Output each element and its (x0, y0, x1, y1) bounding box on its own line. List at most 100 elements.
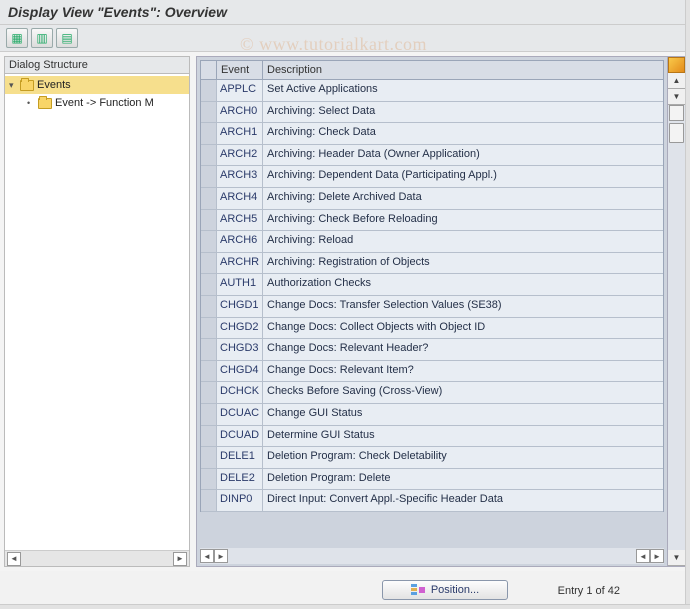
cell-description: Set Active Applications (263, 80, 663, 101)
cell-description: Change Docs: Relevant Item? (263, 361, 663, 382)
row-selector[interactable] (201, 296, 217, 317)
row-selector[interactable] (201, 166, 217, 187)
row-selector[interactable] (201, 361, 217, 382)
row-selector[interactable] (201, 339, 217, 360)
cell-description: Change GUI Status (263, 404, 663, 425)
row-selector[interactable] (201, 188, 217, 209)
table-row[interactable]: ARCHRArchiving: Registration of Objects (201, 253, 663, 275)
frame-edge (685, 0, 690, 609)
table-row[interactable]: ARCH5Archiving: Check Before Reloading (201, 210, 663, 232)
tree-item-label: Events (37, 79, 71, 91)
row-selector[interactable] (201, 426, 217, 447)
cell-description: Archiving: Reload (263, 231, 663, 252)
table-row[interactable]: CHGD4Change Docs: Relevant Item? (201, 361, 663, 383)
page-title: Display View "Events": Overview (0, 0, 690, 25)
table-row[interactable]: ARCH6Archiving: Reload (201, 231, 663, 253)
cell-event: APPLC (217, 80, 263, 101)
table-row[interactable]: DELE1Deletion Program: Check Deletabilit… (201, 447, 663, 469)
tree-item-event-function-m[interactable]: • Event -> Function M (5, 94, 189, 112)
table-row[interactable]: CHGD3Change Docs: Relevant Header? (201, 339, 663, 361)
cell-event: ARCH0 (217, 102, 263, 123)
cell-description: Deletion Program: Delete (263, 469, 663, 490)
row-selector[interactable] (201, 102, 217, 123)
column-header-selector[interactable] (200, 60, 216, 80)
cell-event: ARCH6 (217, 231, 263, 252)
row-selector[interactable] (201, 123, 217, 144)
scroll-left-icon[interactable]: ◄ (200, 549, 214, 563)
table-row[interactable]: DELE2Deletion Program: Delete (201, 469, 663, 491)
table-row[interactable]: CHGD2Change Docs: Collect Objects with O… (201, 318, 663, 340)
position-button[interactable]: Position... (382, 580, 508, 600)
tree-h-scrollbar[interactable]: ◄ ► (5, 550, 189, 566)
cell-event: CHGD3 (217, 339, 263, 360)
cell-description: Archiving: Check Data (263, 123, 663, 144)
folder-icon (38, 98, 52, 109)
row-selector[interactable] (201, 145, 217, 166)
cell-event: ARCH1 (217, 123, 263, 144)
toolbar-btn-3[interactable]: ▤ (56, 28, 78, 48)
position-label: Position... (431, 584, 479, 596)
scroll-down-icon[interactable]: ▼ (668, 89, 685, 105)
row-selector[interactable] (201, 490, 217, 511)
scroll-thumb[interactable] (669, 123, 684, 143)
table-row[interactable]: DCUACChange GUI Status (201, 404, 663, 426)
cell-description: Authorization Checks (263, 274, 663, 295)
events-table: Event Description APPLCSet Active Applic… (196, 56, 668, 567)
table-row[interactable]: ARCH2Archiving: Header Data (Owner Appli… (201, 145, 663, 167)
folder-icon (20, 80, 34, 91)
cell-description: Deletion Program: Check Deletability (263, 447, 663, 468)
cell-description: Archiving: Delete Archived Data (263, 188, 663, 209)
row-selector[interactable] (201, 447, 217, 468)
row-selector[interactable] (201, 80, 217, 101)
table-row[interactable]: DINP0Direct Input: Convert Appl.-Specifi… (201, 490, 663, 512)
position-icon (411, 584, 425, 596)
table-v-scrollbar[interactable]: ▲ ▼ ▼ (668, 56, 686, 567)
cell-event: DELE1 (217, 447, 263, 468)
scroll-down-end-icon[interactable]: ▼ (668, 550, 685, 566)
row-selector[interactable] (201, 210, 217, 231)
table-row[interactable]: AUTH1Authorization Checks (201, 274, 663, 296)
table-row[interactable]: ARCH1Archiving: Check Data (201, 123, 663, 145)
scroll-up-icon[interactable]: ▲ (668, 73, 685, 89)
row-selector[interactable] (201, 253, 217, 274)
scroll-right-icon[interactable]: ► (214, 549, 228, 563)
table-h-scrollbar[interactable]: ◄ ► ◄ ► (200, 548, 664, 564)
table-row[interactable]: DCUADDetermine GUI Status (201, 426, 663, 448)
toolbar-btn-1[interactable]: ▦ (6, 28, 28, 48)
row-selector[interactable] (201, 318, 217, 339)
cell-description: Change Docs: Transfer Selection Values (… (263, 296, 663, 317)
table-row[interactable]: CHGD1Change Docs: Transfer Selection Val… (201, 296, 663, 318)
scroll-right-icon[interactable]: ► (173, 552, 187, 566)
cell-description: Archiving: Header Data (Owner Applicatio… (263, 145, 663, 166)
cell-event: CHGD4 (217, 361, 263, 382)
cell-description: Archiving: Dependent Data (Participating… (263, 166, 663, 187)
cell-description: Change Docs: Collect Objects with Object… (263, 318, 663, 339)
row-selector[interactable] (201, 231, 217, 252)
scroll-left-icon[interactable]: ◄ (636, 549, 650, 563)
cell-event: DELE2 (217, 469, 263, 490)
row-selector[interactable] (201, 274, 217, 295)
bullet-icon[interactable]: • (27, 98, 35, 108)
table-row[interactable]: ARCH4Archiving: Delete Archived Data (201, 188, 663, 210)
configure-columns-icon[interactable] (668, 57, 685, 73)
table-row[interactable]: APPLCSet Active Applications (201, 80, 663, 102)
tree-item-label: Event -> Function M (55, 97, 154, 109)
column-header-description[interactable]: Description (262, 60, 664, 80)
cell-event: ARCH2 (217, 145, 263, 166)
table-row[interactable]: DCHCKChecks Before Saving (Cross-View) (201, 382, 663, 404)
tree-item-events[interactable]: ▾ Events (5, 76, 189, 94)
scroll-left-icon[interactable]: ◄ (7, 552, 21, 566)
toolbar-btn-2[interactable]: ▥ (31, 28, 53, 48)
cell-event: CHGD1 (217, 296, 263, 317)
table-row[interactable]: ARCH3Archiving: Dependent Data (Particip… (201, 166, 663, 188)
cell-event: ARCH5 (217, 210, 263, 231)
sidebar: Dialog Structure ▾Events•Event -> Functi… (4, 56, 190, 567)
cell-description: Direct Input: Convert Appl.-Specific Hea… (263, 490, 663, 511)
table-row[interactable]: ARCH0Archiving: Select Data (201, 102, 663, 124)
scroll-right-icon[interactable]: ► (650, 549, 664, 563)
row-selector[interactable] (201, 404, 217, 425)
row-selector[interactable] (201, 469, 217, 490)
column-header-event[interactable]: Event (216, 60, 262, 80)
collapse-icon[interactable]: ▾ (9, 80, 17, 91)
row-selector[interactable] (201, 382, 217, 403)
